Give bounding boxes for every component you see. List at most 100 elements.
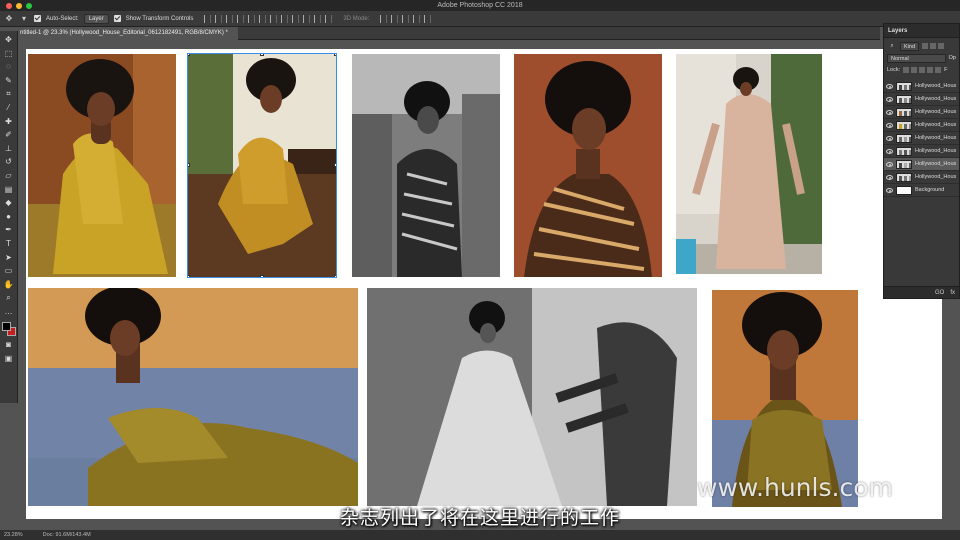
layer-row[interactable]: Hollywood_Hous	[884, 145, 959, 158]
distribute-hcenter-icon[interactable]	[314, 14, 322, 23]
align-vcenter-icon[interactable]	[215, 14, 223, 23]
transform-handle[interactable]	[260, 275, 264, 277]
3d-roll-icon[interactable]	[391, 14, 399, 23]
eyedropper-tool-icon[interactable]: ⁄	[4, 103, 14, 113]
lock-all-icon[interactable]	[935, 67, 942, 73]
zoom-tool-icon[interactable]: ⌕	[4, 293, 14, 303]
layer-row[interactable]: Hollywood_Hous	[884, 132, 959, 145]
visibility-eye-icon[interactable]	[886, 174, 893, 180]
photo-gold-jumpsuit[interactable]	[28, 54, 176, 277]
filter-adjustment-icon[interactable]	[930, 43, 937, 49]
move-tool-icon[interactable]: ✥	[4, 35, 14, 45]
photo-gold-suit-selected[interactable]	[187, 53, 337, 278]
gradient-tool-icon[interactable]: ▤	[4, 185, 14, 195]
visibility-eye-icon[interactable]	[886, 109, 893, 115]
distribute-top-icon[interactable]	[270, 14, 278, 23]
show-transform-controls-checkbox[interactable]	[113, 15, 121, 22]
layer-filter-dropdown[interactable]: Kind	[900, 41, 920, 51]
3d-pan-icon[interactable]	[402, 14, 410, 23]
transform-handle[interactable]	[334, 163, 336, 167]
align-bottom-icon[interactable]	[226, 14, 234, 23]
visibility-eye-icon[interactable]	[886, 122, 893, 128]
transform-handle[interactable]	[188, 54, 190, 56]
foreground-color-swatch[interactable]	[1, 322, 11, 332]
align-right-icon[interactable]	[259, 14, 267, 23]
transform-handle[interactable]	[334, 275, 336, 277]
lock-transparent-icon[interactable]	[903, 67, 910, 73]
document-canvas[interactable]	[18, 40, 942, 520]
photo-metallic-jacket[interactable]	[514, 54, 662, 277]
type-tool-icon[interactable]: T	[4, 239, 14, 249]
layer-row-background[interactable]: Background	[884, 184, 959, 197]
lock-position-icon[interactable]	[919, 67, 926, 73]
layers-panel-title[interactable]: Layers	[884, 24, 959, 38]
eraser-tool-icon[interactable]: ▱	[4, 171, 14, 181]
lock-artboard-icon[interactable]	[927, 67, 934, 73]
marquee-tool-icon[interactable]: ⬚	[4, 49, 14, 59]
layer-row[interactable]: Hollywood_Hous	[884, 80, 959, 93]
screen-mode-icon[interactable]: ▣	[4, 354, 14, 364]
photo-velvet-sofa[interactable]	[28, 288, 358, 506]
clone-stamp-tool-icon[interactable]: ⊥	[4, 144, 14, 154]
quick-mask-icon[interactable]: ◙	[4, 340, 14, 350]
photo-fringe-dress-color[interactable]	[676, 54, 822, 274]
distribute-right-icon[interactable]	[325, 14, 333, 23]
transform-handle[interactable]	[188, 163, 190, 167]
layer-row[interactable]: Hollywood_Hous	[884, 119, 959, 132]
history-brush-tool-icon[interactable]: ↺	[4, 157, 14, 167]
align-top-icon[interactable]	[204, 14, 212, 23]
layers-panel: Layers ⌕ Kind Normal Op Lock: F Hollywoo…	[883, 23, 960, 299]
layer-row-selected[interactable]: Hollywood_Hous	[884, 158, 959, 171]
layer-style-icon[interactable]: fx	[950, 290, 955, 296]
align-hcenter-icon[interactable]	[248, 14, 256, 23]
document-tab[interactable]: ntitled-1 @ 23.3% (Hollywood_House_Edito…	[18, 27, 238, 40]
filter-pixel-icon[interactable]	[922, 43, 929, 49]
3d-scale-icon[interactable]	[424, 14, 432, 23]
blur-tool-icon[interactable]: ◆	[4, 198, 14, 208]
distribute-bottom-icon[interactable]	[292, 14, 300, 23]
visibility-eye-icon[interactable]	[886, 187, 893, 193]
layer-name: Hollywood_Hous	[915, 148, 957, 154]
auto-select-checkbox[interactable]	[34, 15, 41, 22]
photo-bw-sequin[interactable]	[352, 54, 500, 277]
distribute-vcenter-icon[interactable]	[281, 14, 289, 23]
move-tool-icon[interactable]: ✥	[4, 14, 14, 24]
transform-handle[interactable]	[260, 54, 264, 56]
visibility-eye-icon[interactable]	[886, 148, 893, 154]
layer-row[interactable]: Hollywood_Hous	[884, 171, 959, 184]
visibility-eye-icon[interactable]	[886, 96, 893, 102]
transform-handle[interactable]	[188, 275, 190, 277]
layer-thumbnail	[896, 159, 912, 169]
dodge-tool-icon[interactable]: ●	[4, 212, 14, 222]
brush-tool-icon[interactable]: ✐	[4, 130, 14, 140]
layer-row[interactable]: Hollywood_Hous	[884, 106, 959, 119]
visibility-eye-icon[interactable]	[886, 83, 893, 89]
lasso-tool-icon[interactable]: ◌	[4, 62, 14, 72]
visibility-eye-icon[interactable]	[886, 135, 893, 141]
transform-handle[interactable]	[334, 54, 336, 56]
3d-slide-icon[interactable]	[413, 14, 421, 23]
blend-mode-dropdown[interactable]: Normal	[887, 53, 946, 63]
lock-image-icon[interactable]	[911, 67, 918, 73]
photo-bw-fringe-dress[interactable]	[367, 288, 697, 506]
filter-type-icon[interactable]	[938, 43, 945, 49]
distribute-left-icon[interactable]	[303, 14, 311, 23]
link-layers-icon[interactable]: GO	[935, 290, 944, 296]
3d-rotate-icon[interactable]	[380, 14, 388, 23]
color-swatches[interactable]	[1, 322, 16, 337]
crop-tool-icon[interactable]: ⌗	[4, 89, 14, 99]
zoom-level[interactable]: 23.28%	[4, 532, 23, 538]
pen-tool-icon[interactable]: ✒	[4, 225, 14, 235]
quick-select-tool-icon[interactable]: ✎	[4, 76, 14, 86]
shape-tool-icon[interactable]: ▭	[4, 266, 14, 276]
more-tools-icon[interactable]: …	[4, 307, 14, 317]
hand-tool-icon[interactable]: ✋	[4, 280, 14, 290]
tool-preset-chevron-icon[interactable]: ▾	[19, 14, 29, 24]
auto-select-dropdown[interactable]: Layer	[83, 13, 109, 24]
align-left-icon[interactable]	[237, 14, 245, 23]
tools-panel: ✥ ⬚ ◌ ✎ ⌗ ⁄ ✚ ✐ ⊥ ↺ ▱ ▤ ◆ ● ✒ T ➤ ▭ ✋ ⌕ …	[0, 31, 18, 403]
healing-brush-tool-icon[interactable]: ✚	[4, 117, 14, 127]
layer-row[interactable]: Hollywood_Hous	[884, 93, 959, 106]
path-select-tool-icon[interactable]: ➤	[4, 253, 14, 263]
visibility-eye-icon[interactable]	[886, 161, 893, 167]
